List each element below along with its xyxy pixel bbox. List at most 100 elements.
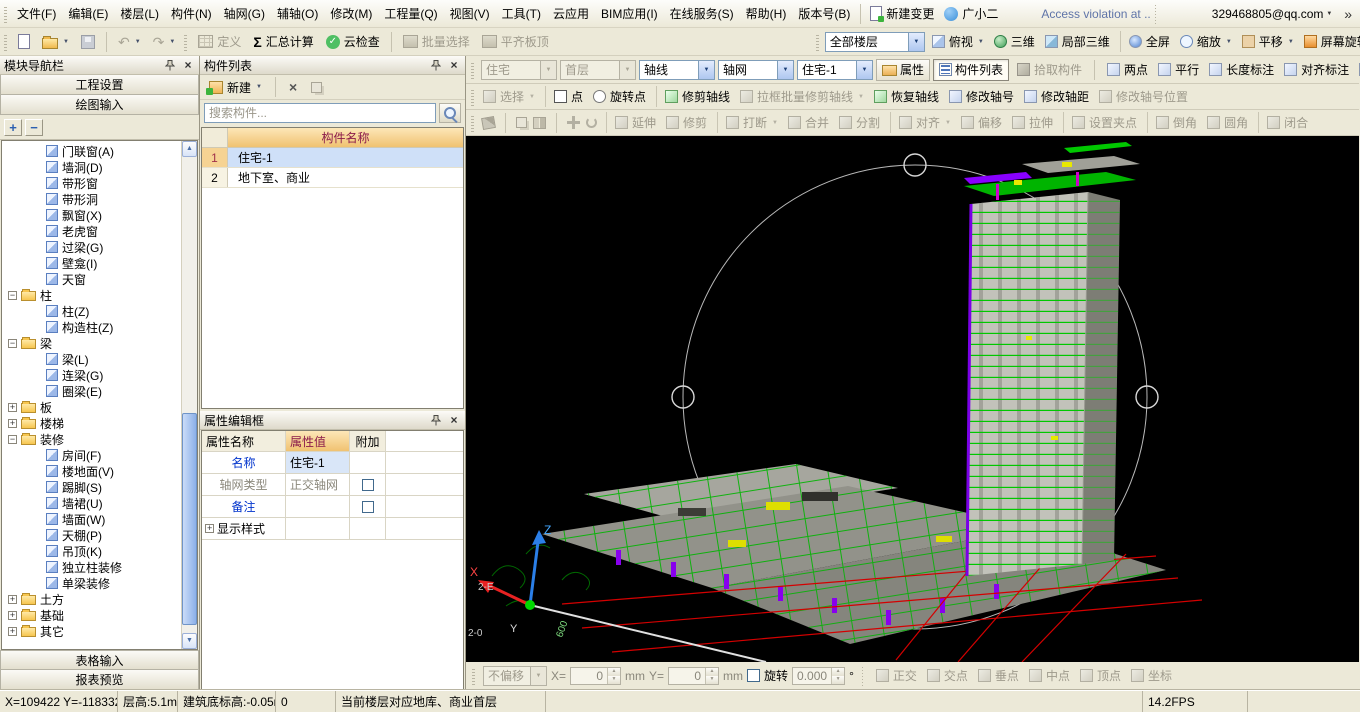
scrollbar-thumb[interactable]	[182, 413, 197, 625]
tree-item[interactable]: 其它	[2, 623, 180, 639]
tree-item[interactable]: 单梁装修	[2, 575, 180, 591]
edit-tool-button[interactable]: 打断	[717, 112, 783, 133]
tree-item[interactable]: 飘窗(X)	[2, 207, 180, 223]
view-toolbar-button[interactable]: 缩放	[1175, 31, 1237, 52]
tree-item[interactable]: 构造柱(Z)	[2, 319, 180, 335]
save-button[interactable]	[76, 33, 100, 51]
expand-all-button[interactable]: +	[4, 119, 22, 136]
property-value[interactable]: 正交轴网	[286, 474, 350, 495]
tree-scrollbar[interactable]: ▲ ▼	[181, 141, 197, 649]
tree-expander-icon[interactable]	[8, 595, 17, 604]
angle-spinner[interactable]: 0.000 ▲▼	[792, 667, 845, 685]
rotate-checkbox[interactable]	[747, 669, 760, 682]
tree-item[interactable]: 过梁(G)	[2, 239, 180, 255]
property-value[interactable]	[286, 518, 350, 539]
dimension-tool-button[interactable]: 长度标注	[1204, 59, 1279, 80]
context-combo[interactable]: 住宅	[481, 60, 557, 80]
tree-item[interactable]: 连梁(G)	[2, 367, 180, 383]
combo-arrow-icon[interactable]	[619, 61, 635, 79]
tree-item[interactable]: 楼地面(V)	[2, 463, 180, 479]
snap-mode-button[interactable]: 中点	[1024, 665, 1075, 686]
property-row[interactable]: 名称 住宅-1	[202, 452, 463, 474]
flush-slab-top-button[interactable]: 平齐板顶	[477, 31, 554, 52]
tree-item[interactable]: 楼梯	[2, 415, 180, 431]
tree-item[interactable]: 墙洞(D)	[2, 159, 180, 175]
menu-item[interactable]: 楼层(L)	[114, 5, 165, 22]
tree-item[interactable]: 基础	[2, 607, 180, 623]
toolbar-overflow-chevron[interactable]: »	[1344, 6, 1352, 22]
combo-arrow-icon[interactable]	[530, 667, 546, 685]
define-button[interactable]: 定义	[193, 31, 246, 52]
property-row[interactable]: 备注	[202, 496, 463, 518]
tree-item[interactable]: 土方	[2, 591, 180, 607]
view-toolbar-button[interactable]: 俯视	[927, 31, 989, 52]
edit-tool-button[interactable]: 倒角	[1147, 112, 1202, 133]
menu-item[interactable]: BIM应用(I)	[595, 5, 664, 22]
edit-tool-button[interactable]: 圆角	[1202, 112, 1253, 133]
tree-item[interactable]: 墙面(W)	[2, 511, 180, 527]
edit-tool-button[interactable]: 拉伸	[1007, 112, 1058, 133]
x-offset-spinner[interactable]: 0 ▲▼	[570, 667, 621, 685]
scroll-up-icon[interactable]: ▲	[182, 141, 197, 157]
new-component-button[interactable]: 新建	[204, 77, 267, 98]
offset-combo[interactable]: 不偏移	[483, 666, 547, 686]
expand-icon[interactable]	[205, 524, 214, 533]
attach-checkbox[interactable]	[362, 501, 374, 513]
edit-tool-button[interactable]: 修剪	[661, 112, 712, 133]
attach-checkbox[interactable]	[362, 479, 374, 491]
combo-arrow-icon[interactable]	[856, 61, 872, 79]
toolbar-grip[interactable]	[471, 114, 474, 132]
dimension-tool-button[interactable]: 测量距离	[1354, 59, 1360, 80]
tree-item[interactable]: 壁龛(I)	[2, 255, 180, 271]
tree-item[interactable]: 带形窗	[2, 175, 180, 191]
summary-calc-button[interactable]: Σ汇总计算	[248, 31, 318, 52]
tree-expander-icon[interactable]	[8, 627, 17, 636]
tree-item[interactable]: 天棚(P)	[2, 527, 180, 543]
toolbar-grip[interactable]	[4, 5, 7, 23]
toolbar-grip[interactable]	[471, 88, 474, 106]
axis-tool-button[interactable]: 点	[545, 86, 588, 107]
close-icon[interactable]: ×	[447, 413, 461, 427]
axis-tool-button[interactable]: 拉框批量修剪轴线	[735, 86, 869, 107]
pin-icon[interactable]	[429, 413, 443, 427]
menu-item[interactable]: 视图(V)	[444, 5, 496, 22]
tree-item[interactable]: 装修	[2, 431, 180, 447]
tree-expander-icon[interactable]	[8, 403, 17, 412]
project-settings-button[interactable]: 工程设置	[0, 75, 199, 95]
tree-expander-icon[interactable]	[8, 291, 17, 300]
format-brush-icon[interactable]	[481, 115, 496, 129]
axis-tool-button[interactable]: 修改轴距	[1019, 86, 1094, 107]
context-combo[interactable]: 首层	[560, 60, 636, 80]
y-offset-spinner[interactable]: 0 ▲▼	[668, 667, 719, 685]
copy-component-button[interactable]	[306, 80, 327, 95]
context-combo[interactable]: 住宅-1	[797, 60, 873, 80]
tree-expander-icon[interactable]	[8, 339, 17, 348]
account-menu[interactable]: 329468805@qq.com	[1212, 7, 1333, 21]
snap-mode-button[interactable]: 正交	[871, 665, 922, 686]
dimension-tool-button[interactable]: 两点	[1102, 59, 1153, 80]
menu-item[interactable]: 工具(T)	[496, 5, 547, 22]
dimension-tool-button[interactable]: 平行	[1153, 59, 1204, 80]
component-search-input[interactable]	[204, 103, 436, 123]
redo-button[interactable]: ↷▼	[148, 33, 181, 51]
axis-tool-button[interactable]: 选择	[478, 86, 540, 107]
combo-arrow-icon[interactable]	[777, 61, 793, 79]
delete-component-button[interactable]: ×	[284, 78, 302, 96]
axis-tool-button[interactable]: 修改轴号	[944, 86, 1019, 107]
tree-item[interactable]: 板	[2, 399, 180, 415]
table-input-button[interactable]: 表格输入	[0, 650, 199, 670]
view-toolbar-button[interactable]: 局部三维	[1040, 31, 1115, 52]
view-toolbar-button[interactable]: 全屏	[1120, 31, 1175, 52]
collapse-all-button[interactable]: −	[25, 119, 43, 136]
menu-item[interactable]: 版本号(B)	[792, 5, 856, 22]
toolbar-grip[interactable]	[471, 61, 474, 79]
property-row[interactable]: 显示样式	[202, 518, 463, 540]
property-row[interactable]: 轴网类型 正交轴网	[202, 474, 463, 496]
batch-select-button[interactable]: 批量选择	[398, 31, 475, 52]
tree-item[interactable]: 梁	[2, 335, 180, 351]
undo-button[interactable]: ↶▼	[113, 33, 146, 51]
tree-item[interactable]: 房间(F)	[2, 447, 180, 463]
component-list-button[interactable]: 构件列表	[933, 59, 1009, 81]
tree-item[interactable]: 带形洞	[2, 191, 180, 207]
rotate-icon[interactable]	[586, 117, 597, 128]
